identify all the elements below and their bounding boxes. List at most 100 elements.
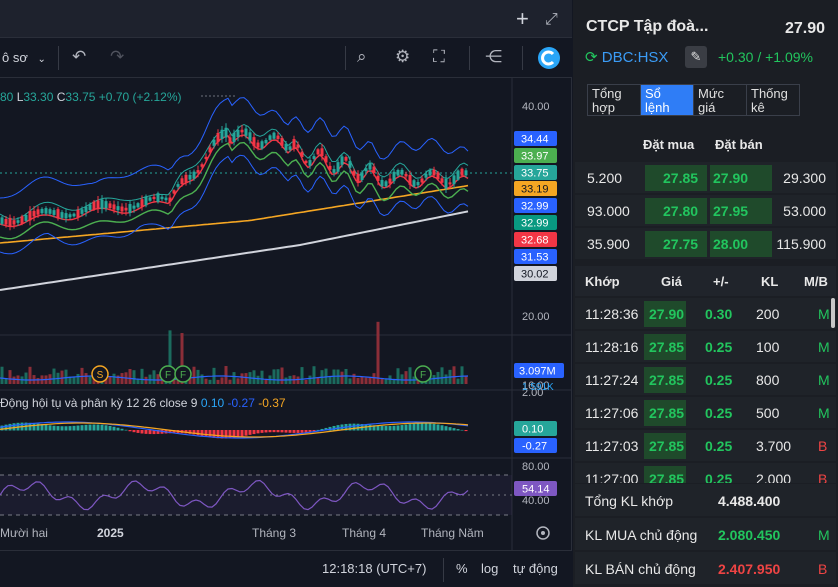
fullscreen-icon[interactable]: ⛶: [433, 47, 445, 67]
add-icon[interactable]: +: [516, 8, 529, 30]
volume-bar: [372, 373, 376, 384]
brand-logo-icon[interactable]: [537, 46, 561, 70]
trade-time: 11:27:24: [585, 372, 639, 388]
price-label-text: 30.02: [521, 269, 549, 281]
candle-body: [312, 156, 316, 159]
volume-bar: [444, 374, 448, 384]
macd-histogram-bar: [60, 426, 64, 431]
quick-search-icon[interactable]: ⌕: [357, 47, 367, 67]
trade-side: M: [818, 372, 830, 388]
candle-body: [104, 201, 108, 209]
candle-body: [328, 165, 332, 170]
candle-body: [144, 196, 148, 206]
candle-body: [280, 137, 284, 146]
macd-histogram-bar: [284, 430, 288, 433]
candle-body: [116, 206, 120, 211]
macd-histogram-bar: [264, 430, 268, 433]
chart-panel[interactable]: + ⤢ ô sơ ⌄ ↶ ↷ ⌕ ⚙ ⛶ ⋲ SFFF40.0020.: [0, 0, 572, 587]
candle-body: [344, 157, 348, 161]
macd-histogram-bar: [272, 430, 276, 433]
tab-statistics[interactable]: Thống kê: [747, 85, 799, 115]
legend-dots: [201, 95, 203, 97]
tab-order-book[interactable]: Sổ lệnh: [641, 85, 694, 115]
percent-toggle[interactable]: %: [456, 561, 468, 576]
volume-bar: [232, 372, 236, 384]
candle-body: [36, 209, 40, 215]
volume-bar: [236, 378, 240, 384]
summary-value: 4.488.400: [718, 493, 781, 509]
toolbar-separator: [469, 46, 470, 70]
candle-body: [368, 162, 372, 170]
ask-price[interactable]: 27.90: [713, 170, 748, 186]
macd-histogram-bar: [52, 425, 56, 431]
candle-body: [100, 199, 104, 209]
tab-summary[interactable]: Tổng hợp: [588, 85, 641, 115]
candle-body: [404, 174, 408, 177]
candle-body: [108, 203, 112, 209]
price-axis-tick: 20.00: [522, 311, 550, 323]
ask-price[interactable]: 27.95: [713, 203, 748, 219]
trade-volume: 200: [756, 306, 780, 322]
ask-header: Đặt bán: [715, 137, 763, 152]
bid-volume: 35.900: [587, 236, 630, 252]
time-axis-label: Mười hai: [0, 526, 48, 540]
tab-price-levels[interactable]: Mức giá: [694, 85, 747, 115]
scrollbar-thumb[interactable]: [831, 298, 835, 328]
candle-body: [20, 216, 24, 224]
trade-price: 27.85: [649, 438, 685, 454]
volume-bar: [348, 378, 352, 384]
volume-bar: [128, 368, 132, 384]
expand-icon[interactable]: ⤢: [545, 10, 558, 30]
log-toggle[interactable]: log: [481, 561, 498, 576]
toolbar-separator: [522, 46, 523, 70]
candle-body: [4, 218, 8, 225]
rsi-label-text: 54.14: [522, 484, 550, 496]
bid-price[interactable]: 27.85: [663, 170, 698, 186]
candle-body: [16, 220, 20, 223]
macd-histogram-bar: [252, 430, 256, 435]
bid-price[interactable]: 27.75: [663, 236, 698, 252]
volume-bar: [300, 367, 304, 384]
volume-bar: [12, 376, 16, 384]
candle-body: [272, 132, 276, 139]
undo-icon[interactable]: ↶: [72, 47, 86, 67]
macd-histogram-bar: [104, 425, 108, 431]
price-axis-tick: 40.00: [522, 495, 550, 507]
trades-list[interactable]: 11:28:36 27.90 0.30 200 M 11:28:16 27.85 0.25 10…: [573, 298, 838, 483]
macd-histogram-bar: [112, 426, 116, 431]
legend-dots: [233, 95, 235, 97]
symbol-link[interactable]: ⟳ DBC:HSX: [585, 48, 668, 66]
candle-body: [124, 207, 128, 211]
redo-icon[interactable]: ↷: [110, 47, 124, 67]
candle-body: [268, 135, 272, 140]
candle-body: [80, 209, 84, 214]
toolbar-separator: [58, 46, 59, 70]
macd-histogram-bar: [132, 430, 136, 433]
macd-histogram-bar: [380, 425, 384, 431]
chart-canvas[interactable]: S F F F40.0020.0016.002.0080.0040.0034.4433…: [0, 78, 571, 550]
summary-value: 2.080.450: [718, 527, 781, 543]
bid-price[interactable]: 27.80: [663, 203, 698, 219]
trades-column-header: +/-: [713, 274, 729, 289]
candle-body: [264, 139, 268, 144]
candle-body: [360, 172, 364, 180]
volume-bar: [368, 377, 372, 384]
volume-bar: [296, 376, 300, 384]
candle-body: [48, 209, 52, 214]
trade-change: 0.25: [705, 405, 733, 421]
interval-selector[interactable]: ô sơ ⌄: [2, 50, 46, 65]
macd-histogram-bar: [296, 430, 300, 433]
share-icon[interactable]: ⋲: [485, 47, 502, 67]
macd-histogram-bar: [116, 427, 120, 431]
candle-body: [220, 129, 224, 140]
settings-gear-icon[interactable]: ⚙: [395, 47, 410, 67]
auto-toggle[interactable]: tự động: [513, 561, 558, 576]
ask-price[interactable]: 28.00: [713, 236, 748, 252]
ask-volume: 53.000: [783, 203, 826, 219]
summary-side: M: [818, 527, 830, 543]
candle-body: [172, 190, 176, 194]
macd-label-text: -0.27: [522, 441, 547, 453]
macd-histogram-bar: [96, 424, 100, 431]
macd-histogram-bar: [292, 430, 296, 433]
edit-pencil-icon[interactable]: ✎: [685, 46, 707, 68]
